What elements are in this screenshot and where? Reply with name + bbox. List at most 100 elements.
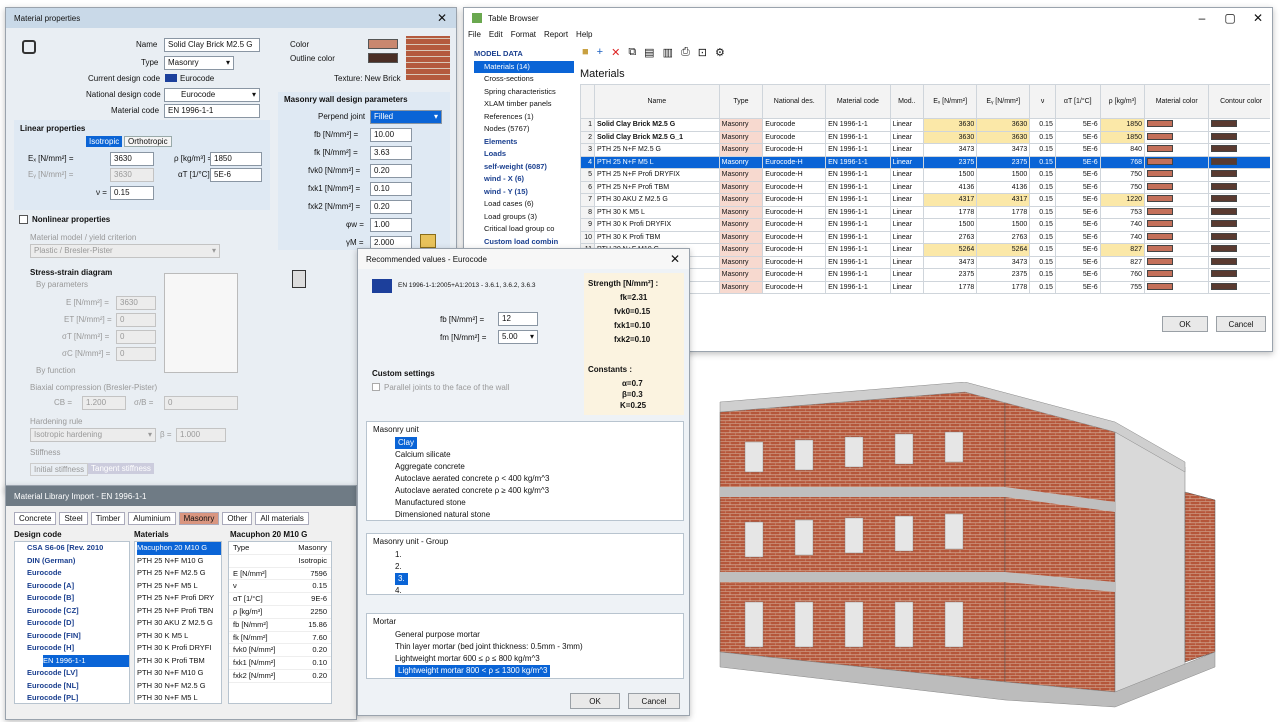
material-color-cell[interactable]: [1143, 130, 1210, 144]
table-cell[interactable]: 0.15: [1029, 168, 1056, 182]
table-cell[interactable]: 753: [1099, 205, 1145, 219]
material-item[interactable]: PTH 30 K Profi TBM: [137, 655, 221, 668]
table-cell[interactable]: 5E-6: [1054, 205, 1101, 219]
table-cell[interactable]: 5E-6: [1054, 243, 1101, 257]
table-cell[interactable]: PTH 30 K Profi TBM: [594, 230, 720, 244]
column-header[interactable]: ρ [kg/m³]: [1099, 84, 1145, 119]
tree-item[interactable]: XLAM timber panels: [474, 98, 574, 111]
design-code-item[interactable]: Eurocode [NL]: [19, 680, 129, 693]
table-cell[interactable]: EN 1996-1-1: [825, 280, 891, 294]
design-code-item[interactable]: Eurocode [A]: [19, 580, 129, 593]
design-code-item[interactable]: Eurocode [CZ]: [19, 605, 129, 618]
tab-timber[interactable]: Timber: [90, 512, 126, 525]
tree-item[interactable]: References (1): [474, 111, 574, 124]
contour-color-cell[interactable]: [1208, 218, 1270, 232]
list-item[interactable]: 1.: [373, 549, 683, 561]
poisson-input[interactable]: 0.15: [110, 186, 154, 200]
material-color-cell[interactable]: [1143, 218, 1210, 232]
ok-button[interactable]: OK: [1162, 316, 1208, 332]
table-cell[interactable]: Eurocode-H: [762, 168, 827, 182]
table-cell[interactable]: 4317: [976, 193, 1031, 207]
ex-input[interactable]: 3630: [110, 152, 154, 166]
table-cell[interactable]: 0.15: [1029, 268, 1056, 282]
contour-color-cell[interactable]: [1208, 243, 1270, 257]
ey-input[interactable]: 3630: [110, 168, 154, 182]
table-cell[interactable]: Eurocode-H: [762, 205, 827, 219]
columns-icon[interactable]: ▥: [663, 46, 673, 59]
table-cell[interactable]: Linear: [889, 143, 925, 157]
tree-item[interactable]: MODEL DATA: [474, 48, 574, 61]
table-row[interactable]: 3 PTH 25 N+F M2.5 G Masonry Eurocode-H EN 19…: [580, 143, 1270, 157]
table-cell[interactable]: 2763: [923, 230, 978, 244]
table-cell[interactable]: Eurocode-H: [762, 243, 827, 257]
tree-item[interactable]: Custom load combin: [474, 236, 574, 249]
tree-item[interactable]: Cross-sections: [474, 73, 574, 86]
table-cell[interactable]: 5E-6: [1054, 230, 1101, 244]
table-cell[interactable]: Solid Clay Brick M2.5 G_1: [594, 130, 720, 144]
column-header[interactable]: Material color: [1143, 84, 1210, 119]
parallel-joints-checkbox[interactable]: [372, 383, 380, 391]
table-cell[interactable]: 3630: [923, 118, 978, 132]
table-cell[interactable]: 0.15: [1029, 218, 1056, 232]
table-cell[interactable]: 5E-6: [1054, 255, 1101, 269]
material-color-cell[interactable]: [1143, 243, 1210, 257]
paste-icon[interactable]: ▤: [644, 46, 654, 59]
material-color-cell[interactable]: [1143, 155, 1210, 169]
material-code-input[interactable]: EN 1996-1-1: [164, 104, 260, 118]
table-cell[interactable]: 5E-6: [1054, 118, 1101, 132]
table-cell[interactable]: 5E-6: [1054, 280, 1101, 294]
list-item[interactable]: General purpose mortar: [373, 629, 683, 641]
table-cell[interactable]: 755: [1099, 280, 1145, 294]
table-cell[interactable]: 3473: [976, 143, 1031, 157]
phi-w-input[interactable]: 1.00: [370, 218, 412, 232]
tree-item[interactable]: Materials (14): [474, 60, 574, 73]
table-cell[interactable]: 5E-6: [1054, 155, 1101, 169]
table-cell[interactable]: Linear: [889, 168, 925, 182]
table-cell[interactable]: 3630: [976, 118, 1031, 132]
table-cell[interactable]: 1500: [976, 168, 1031, 182]
table-cell[interactable]: 1500: [923, 218, 978, 232]
table-cell[interactable]: 5E-6: [1054, 143, 1101, 157]
table-cell[interactable]: 1778: [923, 205, 978, 219]
delete-icon[interactable]: ✕: [611, 46, 620, 59]
tab-other[interactable]: Other: [222, 512, 253, 525]
contour-color-cell[interactable]: [1208, 255, 1270, 269]
list-item[interactable]: Lightweight mortar 800 < ρ ≤ 1300 kg/m^3: [395, 664, 551, 677]
table-cell[interactable]: 0.15: [1029, 255, 1056, 269]
initial-stiffness-tab[interactable]: Initial stiffness: [30, 463, 89, 476]
table-cell[interactable]: 0.15: [1029, 143, 1056, 157]
table-cell[interactable]: Linear: [889, 243, 925, 257]
table-cell[interactable]: 1500: [976, 218, 1031, 232]
table-cell[interactable]: 3473: [923, 255, 978, 269]
table-cell[interactable]: 5E-6: [1054, 180, 1101, 194]
list-item[interactable]: Dimensioned natural stone: [373, 509, 683, 521]
table-cell[interactable]: EN 1996-1-1: [825, 130, 891, 144]
color-swatch[interactable]: [368, 39, 398, 49]
table-cell[interactable]: Linear: [889, 255, 925, 269]
table-cell[interactable]: 5E-6: [1054, 218, 1101, 232]
table-cell[interactable]: 0.15: [1029, 230, 1056, 244]
table-cell[interactable]: Eurocode: [762, 118, 827, 132]
material-item[interactable]: PTH 25 N+F M2.5 G: [137, 567, 221, 580]
isotropic-tab[interactable]: Isotropic: [86, 136, 123, 147]
table-cell[interactable]: Masonry: [718, 130, 764, 144]
table-cell[interactable]: Eurocode-H: [762, 280, 827, 294]
tab-concrete[interactable]: Concrete: [14, 512, 57, 525]
list-item[interactable]: Aggregate concrete: [373, 461, 683, 473]
cancel-button[interactable]: Cancel: [1216, 316, 1266, 332]
table-cell[interactable]: Eurocode-H: [762, 155, 827, 169]
list-item[interactable]: Autoclave aerated concrete ρ < 400 kg/m^…: [373, 473, 683, 485]
table-cell[interactable]: EN 1996-1-1: [825, 255, 891, 269]
table-cell[interactable]: Linear: [889, 180, 925, 194]
rho-input[interactable]: 1850: [210, 152, 262, 166]
contour-color-cell[interactable]: [1208, 268, 1270, 282]
alpha-t-input[interactable]: 5E-6: [210, 168, 262, 182]
table-row[interactable]: 5 PTH 25 N+F Profi DRYFIX Masonry Eurocode-…: [580, 168, 1270, 182]
table-cell[interactable]: EN 1996-1-1: [825, 180, 891, 194]
sigma-c-input[interactable]: 0: [116, 347, 156, 361]
fxk1-input[interactable]: 0.10: [370, 182, 412, 196]
e-input[interactable]: 3630: [116, 296, 156, 310]
table-cell[interactable]: 3630: [923, 130, 978, 144]
copy-icon[interactable]: ⧉: [628, 46, 636, 59]
fvk0-input[interactable]: 0.20: [370, 164, 412, 178]
